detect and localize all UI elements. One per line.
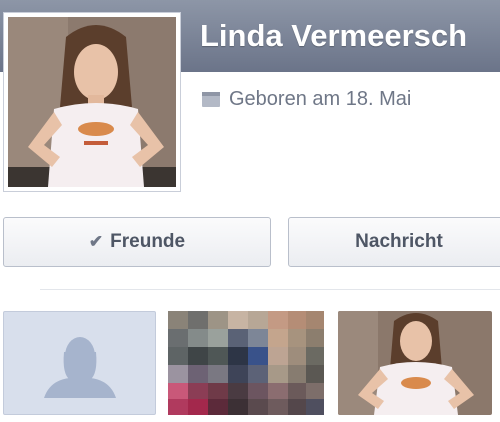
checkmark-icon: ✔ <box>88 232 104 251</box>
friends-button[interactable]: ✔ Freunde <box>3 217 271 267</box>
message-button[interactable]: Nachricht <box>288 217 500 267</box>
friends-button-label: Freunde <box>110 231 186 252</box>
person-silhouette-icon <box>44 337 116 398</box>
photo-thumbnail-pixelated[interactable] <box>168 311 324 415</box>
photo-thumbnail-placeholder[interactable] <box>3 311 156 415</box>
photo-thumbnail-image <box>338 311 492 415</box>
message-button-label: Nachricht <box>355 231 443 252</box>
profile-photo[interactable] <box>3 12 181 192</box>
section-divider <box>40 289 500 290</box>
profile-name: Linda Vermeersch <box>200 18 468 53</box>
birthday-text: Geboren am 18. Mai <box>229 88 412 110</box>
birthday-row: Geboren am 18. Mai <box>202 88 411 111</box>
profile-photo-image <box>8 17 176 187</box>
calendar-icon <box>202 92 220 107</box>
photo-thumbnail-photo[interactable] <box>338 311 492 415</box>
pixelated-photo-image <box>168 311 324 415</box>
